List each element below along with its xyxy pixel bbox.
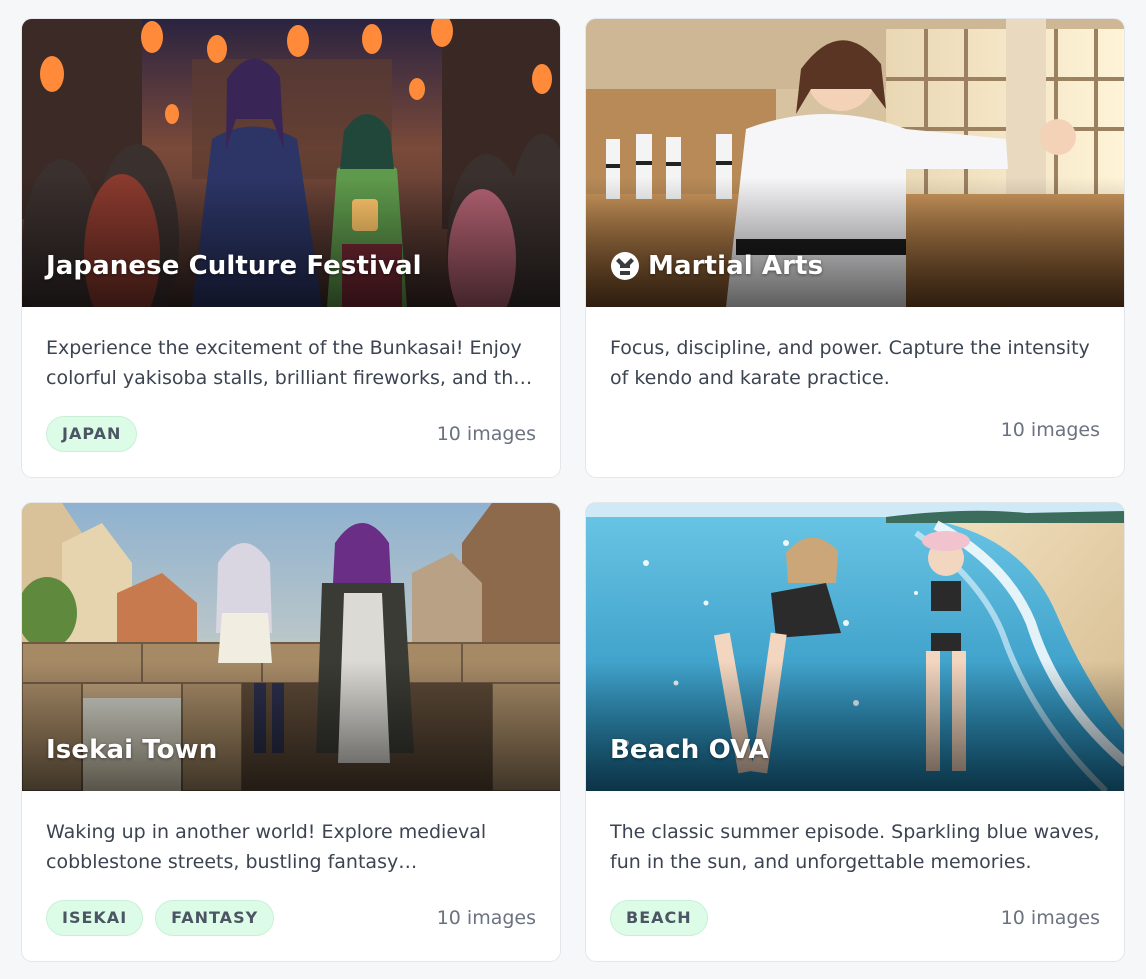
- card-title: Isekai Town: [46, 735, 217, 765]
- card-hero-image: Beach OVA: [586, 503, 1124, 791]
- card-footer: 10 images: [610, 411, 1100, 449]
- image-count: 10 images: [1000, 907, 1100, 929]
- tag-list: JAPAN: [46, 416, 138, 452]
- card-title: Japanese Culture Festival: [46, 251, 422, 281]
- collection-card-martial-arts[interactable]: Martial Arts Focus, discipline, and powe…: [585, 18, 1125, 478]
- image-count: 10 images: [436, 907, 536, 929]
- card-footer: JAPAN 10 images: [46, 415, 536, 453]
- card-title-text: Beach OVA: [610, 735, 769, 765]
- image-count: 10 images: [1000, 419, 1100, 441]
- collection-card-beach-ova[interactable]: Beach OVA The classic summer episode. Sp…: [585, 502, 1125, 962]
- card-description: The classic summer episode. Sparkling bl…: [610, 821, 1100, 873]
- tag-badge[interactable]: JAPAN: [46, 416, 138, 452]
- card-title-text: Martial Arts: [648, 251, 824, 281]
- card-footer: BEACH 10 images: [610, 899, 1100, 937]
- card-description: Waking up in another world! Explore medi…: [46, 821, 487, 873]
- tag-badge[interactable]: BEACH: [610, 900, 708, 936]
- card-footer: ISEKAI FANTASY 10 images: [46, 899, 536, 937]
- card-hero-image: Isekai Town: [22, 503, 560, 791]
- collection-card-isekai-town[interactable]: Isekai Town Waking up in another world! …: [21, 502, 561, 962]
- tag-list: BEACH: [610, 900, 708, 936]
- tag-badge[interactable]: ISEKAI: [46, 900, 144, 936]
- collection-grid: Japanese Culture Festival Experience the…: [21, 18, 1125, 962]
- card-description: Focus, discipline, and power. Capture th…: [610, 337, 1090, 389]
- card-hero-image: Martial Arts: [586, 19, 1124, 307]
- tag-badge[interactable]: FANTASY: [155, 900, 275, 936]
- tag-list: ISEKAI FANTASY: [46, 900, 275, 936]
- collection-card-festival[interactable]: Japanese Culture Festival Experience the…: [21, 18, 561, 478]
- card-title-text: Japanese Culture Festival: [46, 251, 422, 281]
- martial-arts-gi-icon: [611, 252, 639, 280]
- card-title-text: Isekai Town: [46, 735, 218, 765]
- card-hero-image: Japanese Culture Festival: [22, 19, 560, 307]
- card-title: Martial Arts: [610, 251, 823, 281]
- image-count: 10 images: [436, 423, 536, 445]
- card-title: Beach OVA: [610, 735, 769, 765]
- card-description: Experience the excitement of the Bunkasa…: [46, 337, 533, 389]
